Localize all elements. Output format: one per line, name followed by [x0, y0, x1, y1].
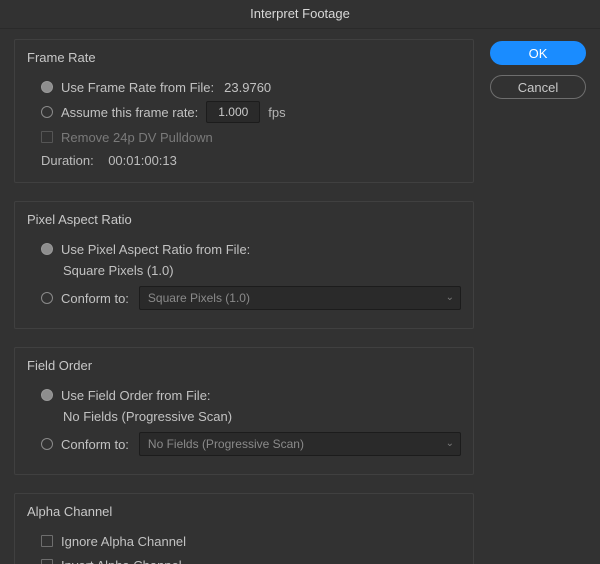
field-order-conform-to-value: No Fields (Progressive Scan) — [148, 437, 304, 451]
radio-assume-frame-rate[interactable] — [41, 106, 53, 118]
use-frame-rate-from-file-label: Use Frame Rate from File: — [61, 80, 214, 95]
assume-frame-rate-input[interactable]: 1.000 — [206, 101, 260, 123]
checkbox-invert-alpha[interactable] — [41, 559, 53, 564]
chevron-down-icon: ⌄ — [446, 287, 454, 309]
duration-value: 00:01:00:13 — [108, 153, 177, 168]
frame-rate-from-file-value: 23.9760 — [224, 80, 271, 95]
radio-field-order-conform-to[interactable] — [41, 438, 53, 450]
par-conform-to-value: Square Pixels (1.0) — [148, 291, 250, 305]
field-order-conform-to-label: Conform to: — [61, 437, 129, 452]
radio-use-frame-rate-from-file[interactable] — [41, 81, 53, 93]
radio-use-field-order-from-file[interactable] — [41, 389, 53, 401]
use-field-order-from-file-label: Use Field Order from File: — [61, 388, 211, 403]
window-title: Interpret Footage — [0, 0, 600, 29]
field-order-from-file-value: No Fields (Progressive Scan) — [63, 409, 461, 424]
assume-frame-rate-label: Assume this frame rate: — [61, 105, 198, 120]
par-from-file-value: Square Pixels (1.0) — [63, 263, 461, 278]
ok-button[interactable]: OK — [490, 41, 586, 65]
par-conform-to-label: Conform to: — [61, 291, 129, 306]
use-par-from-file-label: Use Pixel Aspect Ratio from File: — [61, 242, 250, 257]
alpha-channel-title: Alpha Channel — [27, 504, 461, 519]
fps-unit: fps — [268, 105, 285, 120]
checkbox-remove-24p-pulldown — [41, 131, 53, 143]
remove-24p-pulldown-label: Remove 24p DV Pulldown — [61, 130, 213, 145]
field-order-group: Field Order Use Field Order from File: N… — [14, 347, 474, 475]
field-order-title: Field Order — [27, 358, 461, 373]
checkbox-ignore-alpha[interactable] — [41, 535, 53, 547]
pixel-aspect-group: Pixel Aspect Ratio Use Pixel Aspect Rati… — [14, 201, 474, 329]
field-order-conform-to-dropdown[interactable]: No Fields (Progressive Scan) ⌄ — [139, 432, 461, 456]
duration-label: Duration: — [41, 153, 94, 168]
frame-rate-title: Frame Rate — [27, 50, 461, 65]
pixel-aspect-title: Pixel Aspect Ratio — [27, 212, 461, 227]
radio-par-conform-to[interactable] — [41, 292, 53, 304]
radio-use-par-from-file[interactable] — [41, 243, 53, 255]
frame-rate-group: Frame Rate Use Frame Rate from File: 23.… — [14, 39, 474, 183]
cancel-button[interactable]: Cancel — [490, 75, 586, 99]
alpha-channel-group: Alpha Channel Ignore Alpha Channel Inver… — [14, 493, 474, 564]
ignore-alpha-label: Ignore Alpha Channel — [61, 534, 186, 549]
invert-alpha-label: Invert Alpha Channel — [61, 558, 182, 564]
chevron-down-icon: ⌄ — [446, 433, 454, 455]
par-conform-to-dropdown[interactable]: Square Pixels (1.0) ⌄ — [139, 286, 461, 310]
